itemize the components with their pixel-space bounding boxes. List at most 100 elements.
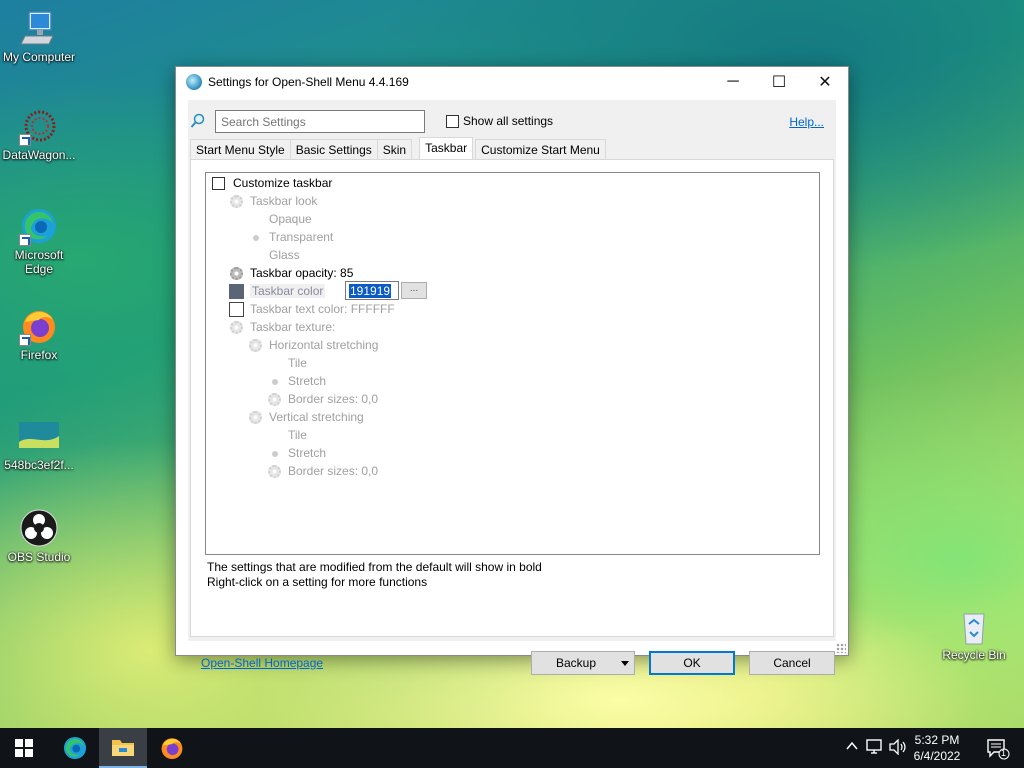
color-picker-button[interactable]: ... [401, 282, 427, 299]
settings-tree[interactable]: Customize taskbar Taskbar look Opaque Tr… [205, 172, 820, 555]
notification-count: 1 [1001, 748, 1007, 758]
title-bar[interactable]: Settings for Open-Shell Menu 4.4.169 ─ ☐… [176, 67, 848, 97]
settings-gear-icon [249, 339, 262, 353]
settings-gear-icon [230, 321, 243, 335]
tree-item-customize-taskbar[interactable]: Customize taskbar [212, 174, 332, 192]
tree-item-glass[interactable]: Glass [269, 246, 300, 264]
tab-skin[interactable]: Skin [376, 139, 413, 159]
taskbar-color-value: 191919 [349, 284, 392, 298]
tree-item-taskbar-opacity[interactable]: Taskbar opacity: 85 [230, 264, 353, 282]
tab-start-menu-style[interactable]: Start Menu Style [190, 139, 291, 159]
system-tray: 5:32 PM 6/4/2022 1 [824, 728, 1024, 768]
search-input[interactable] [215, 110, 425, 133]
firefox-icon [19, 306, 59, 346]
tree-item-h-tile[interactable]: Tile [288, 354, 307, 372]
folder-icon [112, 740, 134, 756]
computer-icon [19, 8, 59, 48]
color-swatch [229, 302, 244, 318]
taskbar-file-explorer[interactable] [99, 728, 147, 768]
desktop-icon-label: My Computer [2, 50, 76, 64]
tree-item-h-stretch[interactable]: Stretch [268, 372, 326, 390]
tree-item-label: Taskbar texture: [250, 320, 336, 334]
tree-item-v-tile[interactable]: Tile [288, 426, 307, 444]
desktop-icon-datawagon[interactable]: DataWagon... [1, 106, 77, 162]
tab-customize-start-menu[interactable]: Customize Start Menu [475, 139, 606, 159]
desktop-icon-recycle-bin[interactable]: Recycle Bin [936, 606, 1012, 662]
desktop-icon-firefox[interactable]: Firefox [1, 306, 77, 362]
desktop-icon-obs[interactable]: OBS Studio [1, 508, 77, 564]
notification-center-icon[interactable]: 1 [986, 738, 1010, 763]
desktop-icon-label: 548bc3ef2f... [4, 458, 74, 472]
open-shell-icon [186, 74, 202, 90]
tree-item-taskbar-look[interactable]: Taskbar look [230, 192, 317, 210]
window-title: Settings for Open-Shell Menu 4.4.169 [208, 75, 409, 89]
desktop-icon-label: Microsoft Edge [14, 248, 64, 276]
firefox-icon [161, 738, 183, 760]
start-button[interactable] [0, 728, 48, 768]
cancel-button[interactable]: Cancel [749, 651, 835, 675]
settings-dialog: Settings for Open-Shell Menu 4.4.169 ─ ☐… [175, 66, 849, 675]
desktop-icon-edge[interactable]: Microsoft Edge [1, 206, 77, 276]
close-button[interactable]: ✕ [802, 67, 848, 97]
tree-item-label: Tile [288, 428, 307, 442]
taskbar-tab-panel: Customize taskbar Taskbar look Opaque Tr… [190, 159, 834, 637]
backup-button[interactable]: Backup [531, 651, 635, 675]
customize-taskbar-checkbox[interactable] [212, 177, 225, 191]
tree-item-label: Glass [269, 248, 300, 262]
tree-item-v-border-sizes[interactable]: Border sizes: 0,0 [268, 462, 378, 480]
tree-item-label: Border sizes: 0,0 [288, 464, 379, 478]
tree-item-taskbar-color[interactable]: Taskbar color 191919 ... [229, 281, 429, 300]
chevron-up-icon[interactable] [846, 740, 858, 754]
tree-item-taskbar-text-color[interactable]: Taskbar text color: FFFFFF [229, 300, 395, 318]
tree-item-label: Taskbar text color: FFFFFF [250, 302, 395, 316]
shortcut-arrow-icon [19, 134, 31, 146]
radio-selected-icon [272, 450, 278, 457]
tree-item-opaque[interactable]: Opaque [269, 210, 312, 228]
desktop-icon-label: OBS Studio [7, 550, 71, 564]
desktop-icon-label: Recycle Bin [942, 648, 1006, 662]
tree-item-label: Opaque [269, 212, 312, 226]
recycle-bin-icon [954, 606, 994, 646]
tree-item-v-stretch[interactable]: Stretch [268, 444, 326, 462]
maximize-button[interactable]: ☐ [756, 67, 802, 97]
help-notes: The settings that are modified from the … [207, 560, 542, 590]
tree-item-label: Stretch [288, 374, 327, 388]
ok-button[interactable]: OK [649, 651, 735, 675]
tab-basic-settings[interactable]: Basic Settings [289, 139, 378, 159]
radio-selected-icon [253, 234, 259, 241]
obs-icon [19, 508, 59, 548]
tab-strip: Start Menu Style Basic Settings Skin Tas… [190, 137, 606, 159]
help-link[interactable]: Help... [789, 115, 824, 129]
tree-item-label: Taskbar opacity: 85 [250, 266, 354, 280]
show-all-checkbox[interactable] [446, 115, 459, 129]
settings-gear-icon [230, 267, 243, 281]
chevron-down-icon [621, 661, 629, 666]
search-row: Show all settings Help... [188, 110, 836, 134]
minimize-button[interactable]: ─ [710, 67, 756, 97]
tree-item-vertical-stretching[interactable]: Vertical stretching [249, 408, 364, 426]
network-icon[interactable] [866, 739, 884, 758]
taskbar-firefox[interactable] [148, 728, 196, 768]
taskbar-edge[interactable] [51, 728, 99, 768]
tab-taskbar[interactable]: Taskbar [419, 137, 474, 159]
resize-grip-icon[interactable] [836, 643, 846, 653]
tree-item-label: Stretch [288, 446, 327, 460]
open-shell-homepage-link[interactable]: Open-Shell Homepage [201, 656, 323, 670]
desktop-icon-image-file[interactable]: 548bc3ef2f... [1, 416, 77, 472]
note-line-1: The settings that are modified from the … [207, 560, 542, 574]
show-all-label: Show all settings [463, 114, 554, 128]
taskbar: 5:32 PM 6/4/2022 1 [0, 728, 1024, 768]
show-all-settings[interactable]: Show all settings [446, 114, 554, 129]
edge-icon [63, 736, 87, 760]
taskbar-color-input[interactable]: 191919 [345, 281, 399, 300]
dialog-body: Show all settings Help... Start Menu Sty… [188, 100, 836, 675]
tree-item-label: Taskbar color [250, 284, 326, 298]
tree-item-label: Taskbar look [250, 194, 318, 208]
tree-item-taskbar-texture[interactable]: Taskbar texture: [230, 318, 335, 336]
desktop-icon-my-computer[interactable]: My Computer [1, 8, 77, 64]
tree-item-horizontal-stretching[interactable]: Horizontal stretching [249, 336, 378, 354]
clock[interactable]: 5:32 PM 6/4/2022 [902, 732, 972, 764]
dialog-footer: Open-Shell Homepage Backup OK Cancel [188, 648, 836, 678]
tree-item-transparent[interactable]: Transparent [249, 228, 333, 246]
tree-item-h-border-sizes[interactable]: Border sizes: 0,0 [268, 390, 378, 408]
